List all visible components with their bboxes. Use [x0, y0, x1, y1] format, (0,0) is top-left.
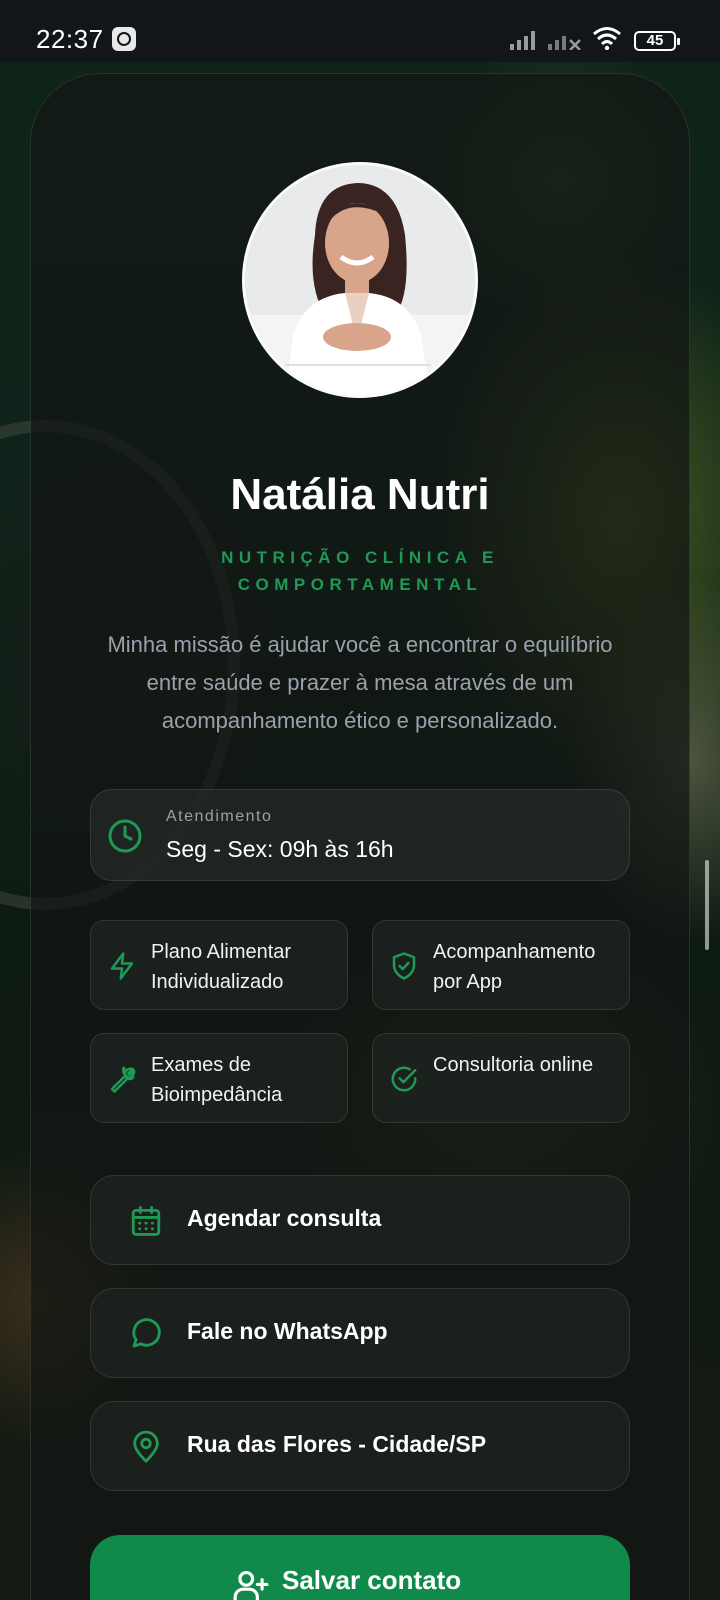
feature-label: Acompanhamento por App: [433, 941, 596, 993]
screen: 22:37 45 Natália Nutri NUTRIÇÃO CLÍNICA …: [0, 0, 720, 1600]
hours-label: Atendimento: [166, 808, 273, 825]
whatsapp-button[interactable]: Fale no WhatsApp: [90, 1288, 630, 1378]
address-label: Rua das Flores - Cidade/SP: [187, 1431, 487, 1457]
profile-bio: Minha missão é ajudar você a encontrar o…: [107, 632, 613, 733]
signal-off-icon: [548, 36, 581, 50]
status-bar: 22:37 45: [0, 0, 720, 62]
feature-acompanhamento-app: Acompanhamento por App: [372, 920, 630, 1010]
calendar-icon: [131, 1206, 161, 1236]
feature-label: Exames de Bioimpedância: [151, 1054, 283, 1106]
check-circle-icon: [391, 1066, 417, 1092]
location-pin-icon: [133, 1430, 159, 1463]
signal-icon: [510, 31, 535, 50]
save-contact-label: Salvar contato: [282, 1565, 462, 1595]
shield-check-icon: [392, 952, 416, 980]
hours-card: Atendimento Seg - Sex: 09h às 16h: [90, 789, 630, 881]
whatsapp-label: Fale no WhatsApp: [187, 1318, 388, 1344]
profile-specialty: NUTRIÇÃO CLÍNICA E COMPORTAMENTAL: [221, 548, 499, 594]
save-contact-button[interactable]: Salvar contato: [90, 1535, 630, 1600]
clock-icon: [108, 819, 142, 853]
alarm-icon: [112, 27, 136, 51]
feature-label: Consultoria online: [433, 1054, 594, 1076]
feature-label: Plano Alimentar Individualizado: [151, 941, 292, 993]
schedule-label: Agendar consulta: [187, 1205, 382, 1231]
status-time: 22:37: [36, 24, 104, 54]
address-button[interactable]: Rua das Flores - Cidade/SP: [90, 1401, 630, 1491]
feature-plano-alimentar: Plano Alimentar Individualizado: [90, 920, 348, 1010]
feature-bioimpedancia: Exames de Bioimpedância: [90, 1033, 348, 1123]
battery-indicator: 45: [634, 31, 680, 51]
add-user-icon: [233, 1570, 269, 1600]
profile-name: Natália Nutri: [230, 470, 490, 519]
chat-bubble-icon: [132, 1318, 161, 1348]
hours-value: Seg - Sex: 09h às 16h: [166, 836, 394, 862]
lightning-icon: [110, 952, 134, 980]
schedule-button[interactable]: Agendar consulta: [90, 1175, 630, 1265]
wrench-icon: [110, 1066, 136, 1093]
wifi-icon: [593, 27, 621, 50]
avatar: [242, 162, 478, 398]
scrollbar[interactable]: [705, 860, 709, 950]
feature-consultoria-online: Consultoria online: [372, 1033, 630, 1123]
profile-photo: [245, 165, 475, 395]
